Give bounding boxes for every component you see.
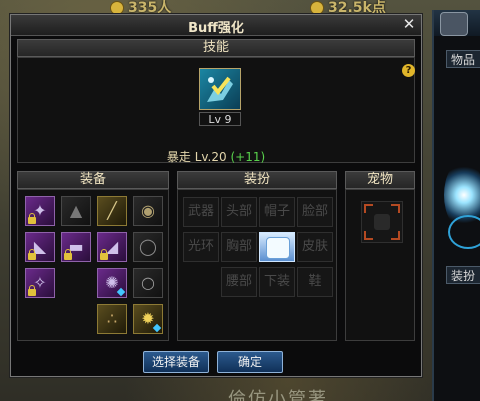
avatar-slot-weapon[interactable]: 武器 xyxy=(183,197,219,227)
avatar-slot-hat[interactable]: 帽子 xyxy=(259,197,295,227)
help-icon[interactable]: ? xyxy=(402,64,415,77)
equipment-slot-magic-stone[interactable]: ✹ xyxy=(133,304,163,334)
equipment-slot-ring[interactable]: ○ xyxy=(133,268,163,298)
buff-enhance-dialog: Buff强化 ✕ 技能 Lv 9 ? 暴走 Lv.20 (+11) 装备 ✦ ▲… xyxy=(10,14,422,377)
necklace-icon: ◯ xyxy=(139,237,157,256)
lock-icon xyxy=(64,249,72,260)
equipment-slot-shoes[interactable]: ◢ xyxy=(97,232,127,262)
ring-icon: ○ xyxy=(141,273,155,292)
sword-icon: ╱ xyxy=(107,201,117,220)
avatar-section-header: 装扮 xyxy=(177,171,337,189)
pet-slot-corner xyxy=(364,231,373,240)
lock-icon xyxy=(28,213,36,224)
inventory-header xyxy=(434,10,480,36)
pet-slot-corner xyxy=(364,204,373,213)
avatar-slot-waist[interactable]: 腰部 xyxy=(221,267,257,297)
skill-name: 暴走 xyxy=(166,150,191,164)
equipment-section-header: 装备 xyxy=(17,171,169,189)
skill-summary: 暴走 Lv.20 (+11) xyxy=(11,148,421,165)
lock-icon xyxy=(28,249,36,260)
avatar-slot-head[interactable]: 头部 xyxy=(221,197,257,227)
avatar-slot-aura[interactable]: 光环 xyxy=(183,232,219,262)
gold-icon xyxy=(310,1,324,15)
equipment-slot-earring[interactable]: ∴ xyxy=(97,304,127,334)
avatar-top-icon xyxy=(266,237,290,259)
tab-items[interactable]: 物品 xyxy=(446,50,480,68)
avatar-slot-shoes[interactable]: 鞋 xyxy=(297,267,333,297)
equipment-slot-top[interactable]: ▲ xyxy=(61,196,91,226)
background-caption: 倫仿小管著 xyxy=(228,389,328,401)
equipment-slot-weapon[interactable]: ╱ xyxy=(97,196,127,226)
pet-slot-corner xyxy=(391,231,400,240)
confirm-button[interactable]: 确定 xyxy=(217,351,283,373)
avatar-slot-top-equipped[interactable] xyxy=(259,232,295,262)
avatar-slot-skin[interactable]: 皮肤 xyxy=(297,232,333,262)
equipment-slot-bracelet[interactable]: ✧ xyxy=(25,268,55,298)
equipment-slot-belt[interactable]: ▬ xyxy=(61,232,91,262)
pet-slot-corner xyxy=(391,204,400,213)
skill-section-header: 技能 xyxy=(17,39,415,57)
medal-icon: ◉ xyxy=(141,201,155,220)
character-pedestal xyxy=(448,215,480,249)
avatar-slot-face[interactable]: 脸部 xyxy=(297,197,333,227)
lock-icon xyxy=(100,249,108,260)
equipment-slot-title[interactable]: ◉ xyxy=(133,196,163,226)
earring-icon: ∴ xyxy=(106,309,118,328)
skill-level-badge: Lv 9 xyxy=(199,112,241,126)
coin-icon xyxy=(110,1,124,15)
equipment-slot-shoulder[interactable]: ✦ xyxy=(25,196,55,226)
equipment-slot-bottom[interactable]: ◣ xyxy=(25,232,55,262)
avatar-slot-chest[interactable]: 胸部 xyxy=(221,232,257,262)
tab-avatar[interactable]: 装扮 xyxy=(446,266,480,284)
pet-section-header: 宠物 xyxy=(345,171,415,189)
inventory-panel: 物品 装扮 xyxy=(432,10,480,401)
pet-slot[interactable] xyxy=(361,201,403,243)
avatar-slot-bottom[interactable]: 下装 xyxy=(259,267,295,297)
equipment-slot-sub[interactable]: ✺ xyxy=(97,268,127,298)
dialog-title: Buff强化 xyxy=(188,21,244,36)
select-equipment-button[interactable]: 选择装备 xyxy=(143,351,209,373)
top-armor-icon: ▲ xyxy=(69,201,83,220)
equipment-slot-necklace[interactable]: ◯ xyxy=(133,232,163,262)
close-button[interactable]: ✕ xyxy=(401,16,417,32)
skill-bonus: (+11) xyxy=(230,150,266,164)
lock-icon xyxy=(28,285,36,296)
bag-icon[interactable] xyxy=(440,12,468,36)
dialog-titlebar[interactable]: Buff强化 ✕ xyxy=(11,15,421,36)
skill-level: Lv.20 xyxy=(194,150,227,164)
pet-icon xyxy=(374,214,390,230)
skill-emblem-icon xyxy=(207,76,233,102)
rampage-skill-icon[interactable] xyxy=(199,68,241,110)
